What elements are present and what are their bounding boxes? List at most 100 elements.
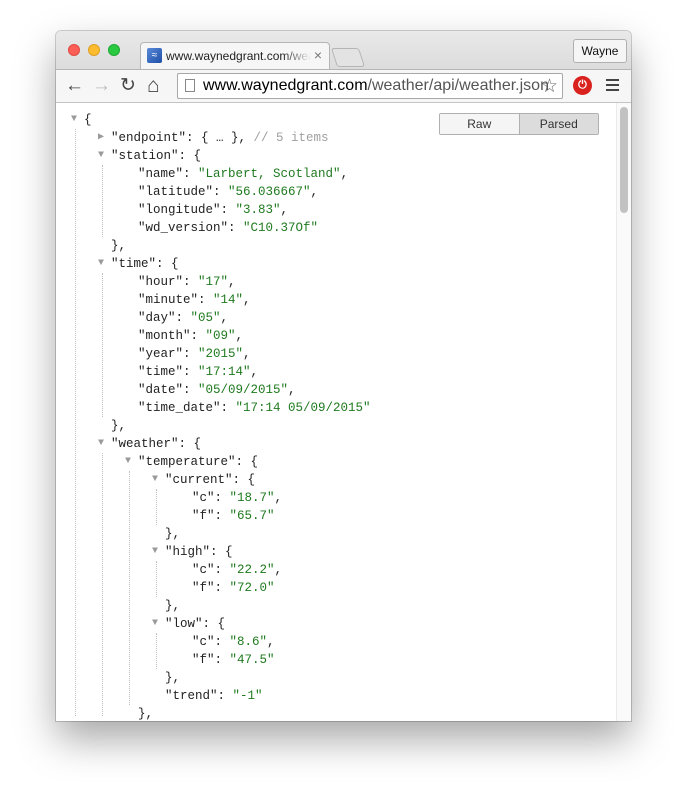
home-icon[interactable]: ⌂ [147,75,160,97]
json-punctuation: , [250,365,259,379]
json-line: "date": "05/09/2015", [138,381,296,399]
indent-guide [75,129,76,716]
bookmark-star-icon[interactable]: ☆ [541,75,558,98]
json-string-value: "C10.37Of" [243,221,319,235]
json-punctuation: : [220,203,236,217]
json-key: "f" [192,509,215,523]
json-line: }, [138,705,153,721]
json-line: "day": "05", [138,309,228,327]
adblock-extension-icon[interactable]: ⏻ [573,76,592,95]
json-line: "f": "65.7" [192,507,275,525]
scrollbar-thumb[interactable] [620,107,628,213]
tab-close-icon[interactable]: × [314,47,322,63]
json-string-value: "65.7" [229,509,275,523]
json-punctuation: , [274,491,283,505]
json-punctuation: : [183,275,199,289]
json-punctuation: , [288,383,296,397]
close-window-button[interactable] [68,44,80,56]
page-icon [185,79,195,92]
json-line: "time_date": "17:14 05/09/2015" [138,399,371,417]
json-punctuation: , [310,185,319,199]
collapse-arrow-icon[interactable]: ▼ [152,615,158,633]
json-punctuation: : [183,383,199,397]
json-line: "high": { [165,543,233,561]
json-key: "low" [165,617,203,631]
json-punctuation: : { [178,437,202,451]
json-key: "f" [192,653,215,667]
json-line: { [84,111,92,129]
json-line: }, [165,597,180,615]
json-string-value: "Larbert, Scotland" [198,167,341,181]
json-string-value: "17:14 05/09/2015" [235,401,371,415]
json-punctuation: }, [165,599,181,613]
json-punctuation: : [183,365,199,379]
json-punctuation: { [84,113,92,127]
indent-guide [102,453,103,716]
page-content: Raw Parsed ▼ {▶ "endpoint": { … }, // 5 it… [56,103,631,721]
expand-arrow-icon[interactable]: ▶ [98,129,104,147]
collapse-arrow-icon[interactable]: ▼ [125,453,131,471]
hamburger-menu-icon[interactable] [606,76,619,91]
reload-icon[interactable]: ↻ [120,75,136,97]
parsed-view-button[interactable]: Parsed [519,114,598,134]
json-line: "weather": { [111,435,201,453]
tab-strip: ≈ www.waynedgrant.com/weather/api/weathe… [56,31,631,69]
json-line: "c": "22.2", [192,561,282,579]
json-punctuation: : [220,401,236,415]
indent-guide [129,471,130,705]
json-key: "weather" [111,437,179,451]
minimize-window-button[interactable] [88,44,100,56]
json-punctuation: : [214,491,230,505]
json-line: "latitude": "56.036667", [138,183,318,201]
json-string-value: "05" [190,311,221,325]
forward-arrow-icon[interactable]: → [92,75,111,97]
json-line: "station": { [111,147,201,165]
zoom-window-button[interactable] [108,44,120,56]
indent-guide [102,273,103,417]
json-string-value: "8.6" [229,635,268,649]
json-punctuation: : { [235,455,259,469]
collapse-arrow-icon[interactable]: ▼ [98,147,104,165]
back-arrow-icon[interactable]: ← [65,75,84,97]
json-punctuation: : [214,581,230,595]
active-tab[interactable]: ≈ www.waynedgrant.com/weather/api/weathe… [140,42,330,69]
collapse-arrow-icon[interactable]: ▼ [152,543,158,561]
json-key: "c" [192,563,215,577]
url-host: www.waynedgrant.com [203,77,368,94]
json-line: "wd_version": "C10.37Of" [138,219,318,237]
raw-view-button[interactable]: Raw [440,114,520,134]
collapse-arrow-icon[interactable]: ▼ [71,111,77,129]
collapse-arrow-icon[interactable]: ▼ [98,435,104,453]
json-punctuation: : [198,293,214,307]
json-punctuation: , [228,275,236,289]
collapse-arrow-icon[interactable]: ▼ [152,471,158,489]
json-key: "c" [192,491,215,505]
json-punctuation: : [228,221,244,235]
json-punctuation: }, [111,419,127,433]
json-line: "f": "47.5" [192,651,275,669]
new-tab-button[interactable] [330,48,366,67]
json-string-value: "05/09/2015" [198,383,289,397]
browser-toolbar: ← → ↻ ⌂ www.waynedgrant.com/weather/api/… [56,69,631,103]
json-line: "minute": "14", [138,291,251,309]
json-line: "month": "09", [138,327,243,345]
indent-guide [156,561,157,597]
json-punctuation: , [243,347,251,361]
json-line: }, [165,669,180,687]
json-string-value: "17" [198,275,229,289]
json-line: "c": "8.6", [192,633,275,651]
json-line: "time": "17:14", [138,363,258,381]
profile-button[interactable]: Wayne [573,39,627,63]
json-line: "longitude": "3.83", [138,201,288,219]
vertical-scrollbar[interactable] [616,103,631,721]
json-key: "temperature" [138,455,236,469]
address-bar[interactable]: www.waynedgrant.com/weather/api/weather.… [177,73,563,99]
json-comment: // 5 items [253,131,329,145]
json-key: "latitude" [138,185,214,199]
indent-guide [102,165,103,237]
url-text[interactable]: www.waynedgrant.com/weather/api/weather.… [203,77,549,95]
json-line: "name": "Larbert, Scotland", [138,165,348,183]
json-string-value: "56.036667" [228,185,311,199]
indent-guide [156,489,157,525]
collapse-arrow-icon[interactable]: ▼ [98,255,104,273]
